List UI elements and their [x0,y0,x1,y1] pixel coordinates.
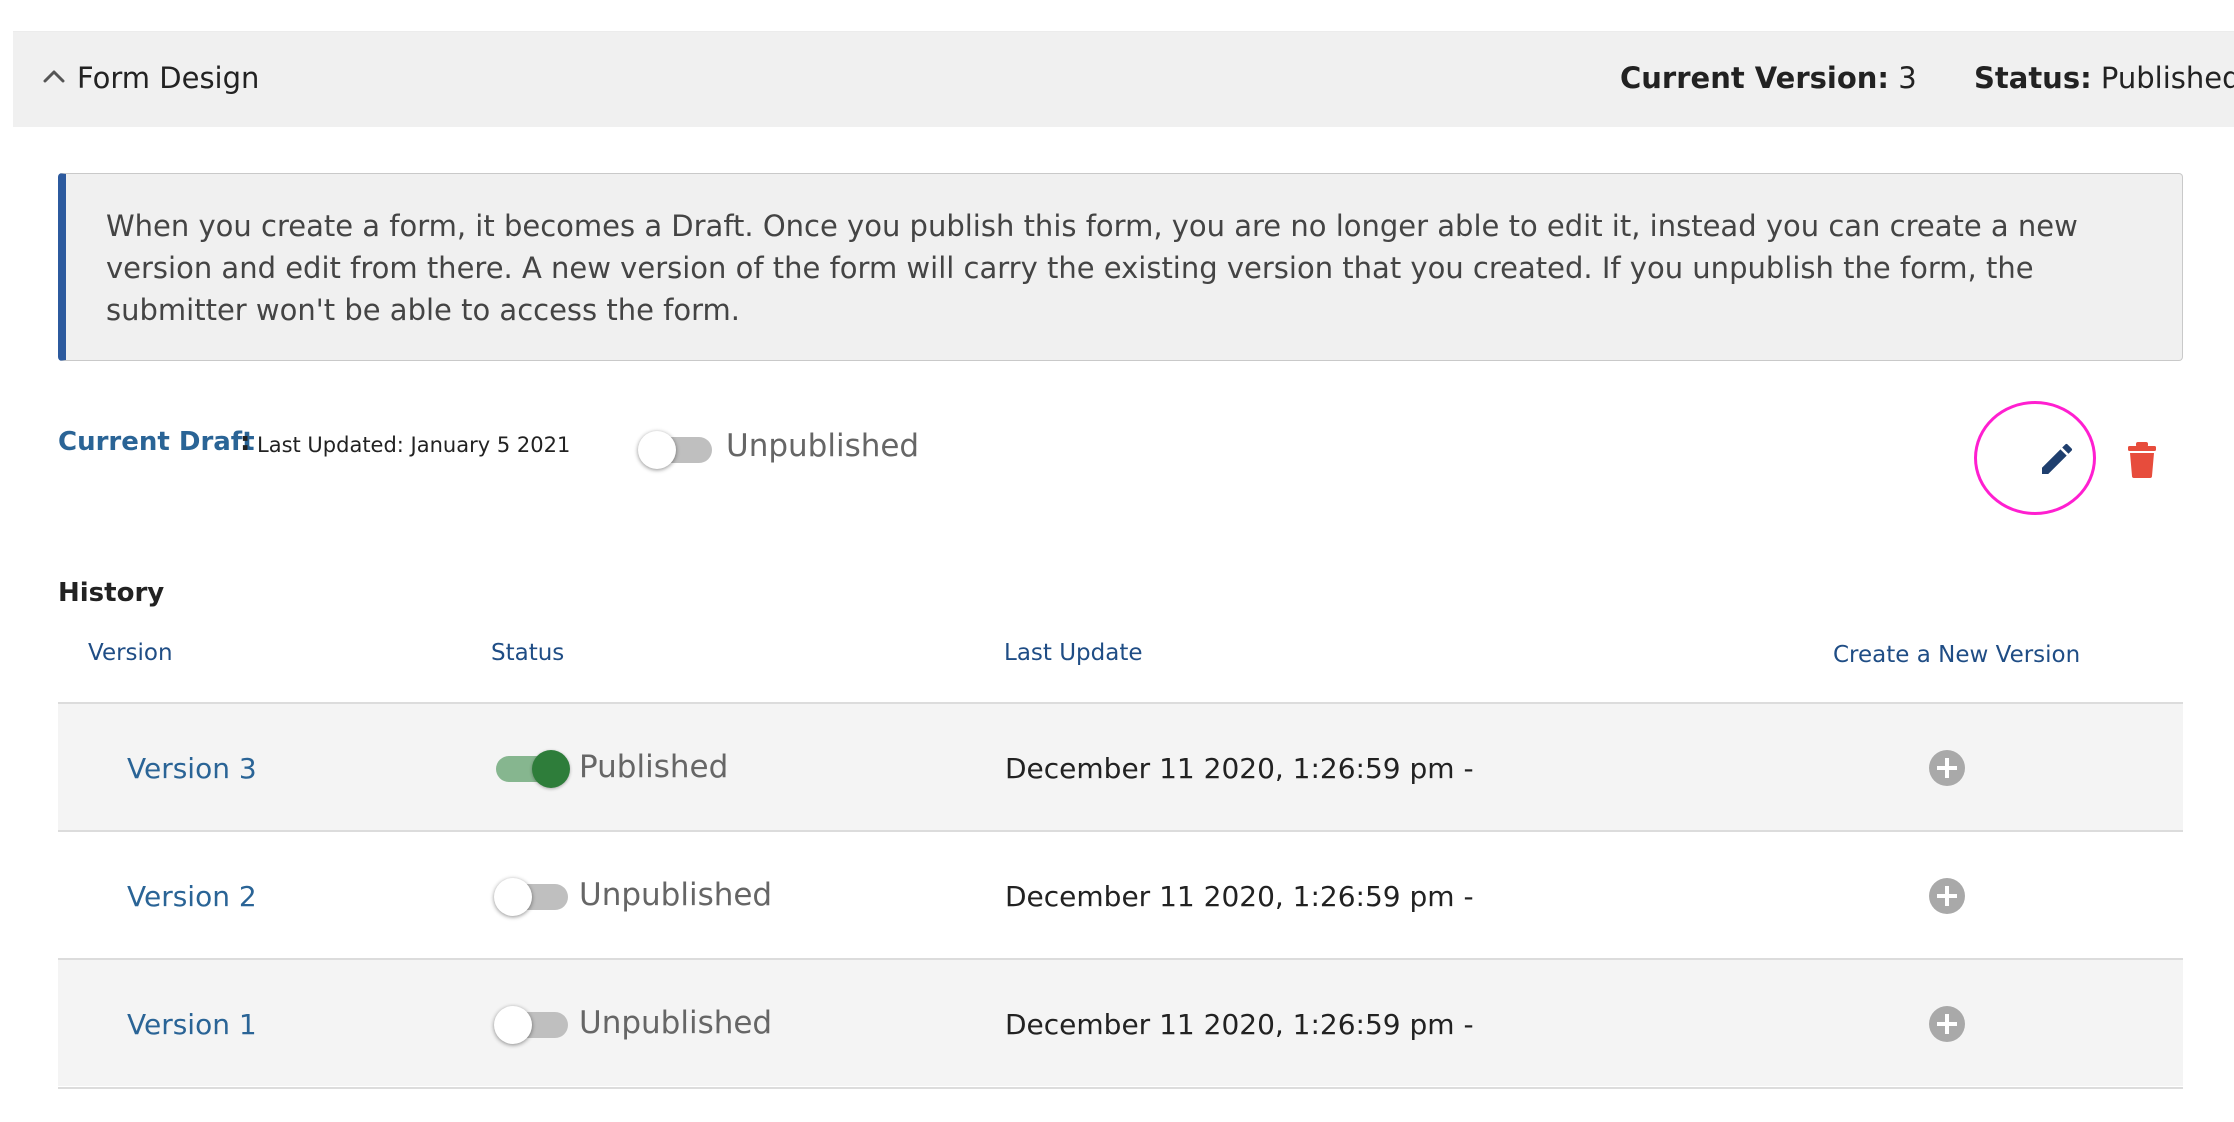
version-link[interactable]: Version 1 [127,1008,257,1041]
draft-status-text: Unpublished [726,428,920,464]
info-alert: When you create a form, it becomes a Dra… [58,173,2183,361]
history-title: History [58,578,165,608]
current-version-value: 3 [1898,61,1917,95]
version-link[interactable]: Version 2 [127,880,257,913]
table-row: Version 1 Unpublished December 11 2020, … [58,958,2183,1086]
table-row: Version 2 Unpublished December 11 2020, … [58,830,2183,958]
form-design-title[interactable]: Form Design [77,61,259,95]
table-bottom-border [58,1087,2183,1089]
toggle-knob [494,1006,532,1044]
plus-circle-icon[interactable] [1928,877,1966,915]
plus-circle-icon[interactable] [1928,749,1966,787]
version-status-text: Published [579,749,729,785]
info-text: When you create a form, it becomes a Dra… [106,209,2078,327]
table-row: Version 3 Published December 11 2020, 1:… [58,702,2183,830]
status-label: Status: [1974,61,2092,95]
version-last-update: December 11 2020, 1:26:59 pm - [1005,1008,1474,1041]
toggle-knob [494,878,532,916]
chevron-up-icon[interactable] [43,69,65,83]
column-header-last-update: Last Update [1004,640,1143,666]
version-status-text: Unpublished [579,1005,773,1041]
highlight-circle [1974,401,2096,515]
current-version-info: Current Version: 3 [1620,61,1917,95]
current-version-label: Current Version: [1620,61,1890,95]
status-info: Status: Published [1974,61,2234,95]
current-draft-label: Current Draft [58,427,255,457]
trash-icon[interactable] [2127,441,2157,479]
version-last-update: December 11 2020, 1:26:59 pm - [1005,880,1474,913]
plus-circle-icon[interactable] [1928,1005,1966,1043]
version-last-update: December 11 2020, 1:26:59 pm - [1005,752,1474,785]
column-header-version: Version [88,640,173,666]
status-value: Published [2100,61,2234,95]
pencil-icon[interactable] [2037,439,2077,479]
toggle-knob [638,431,676,469]
column-header-status: Status [491,640,565,666]
version-link[interactable]: Version 3 [127,752,257,785]
column-header-create-version: Create a New Version [1833,642,2081,668]
toggle-knob [532,750,570,788]
current-draft-separator: : [240,427,251,457]
draft-last-updated: Last Updated: January 5 2021 [257,433,571,457]
version-status-text: Unpublished [579,877,773,913]
